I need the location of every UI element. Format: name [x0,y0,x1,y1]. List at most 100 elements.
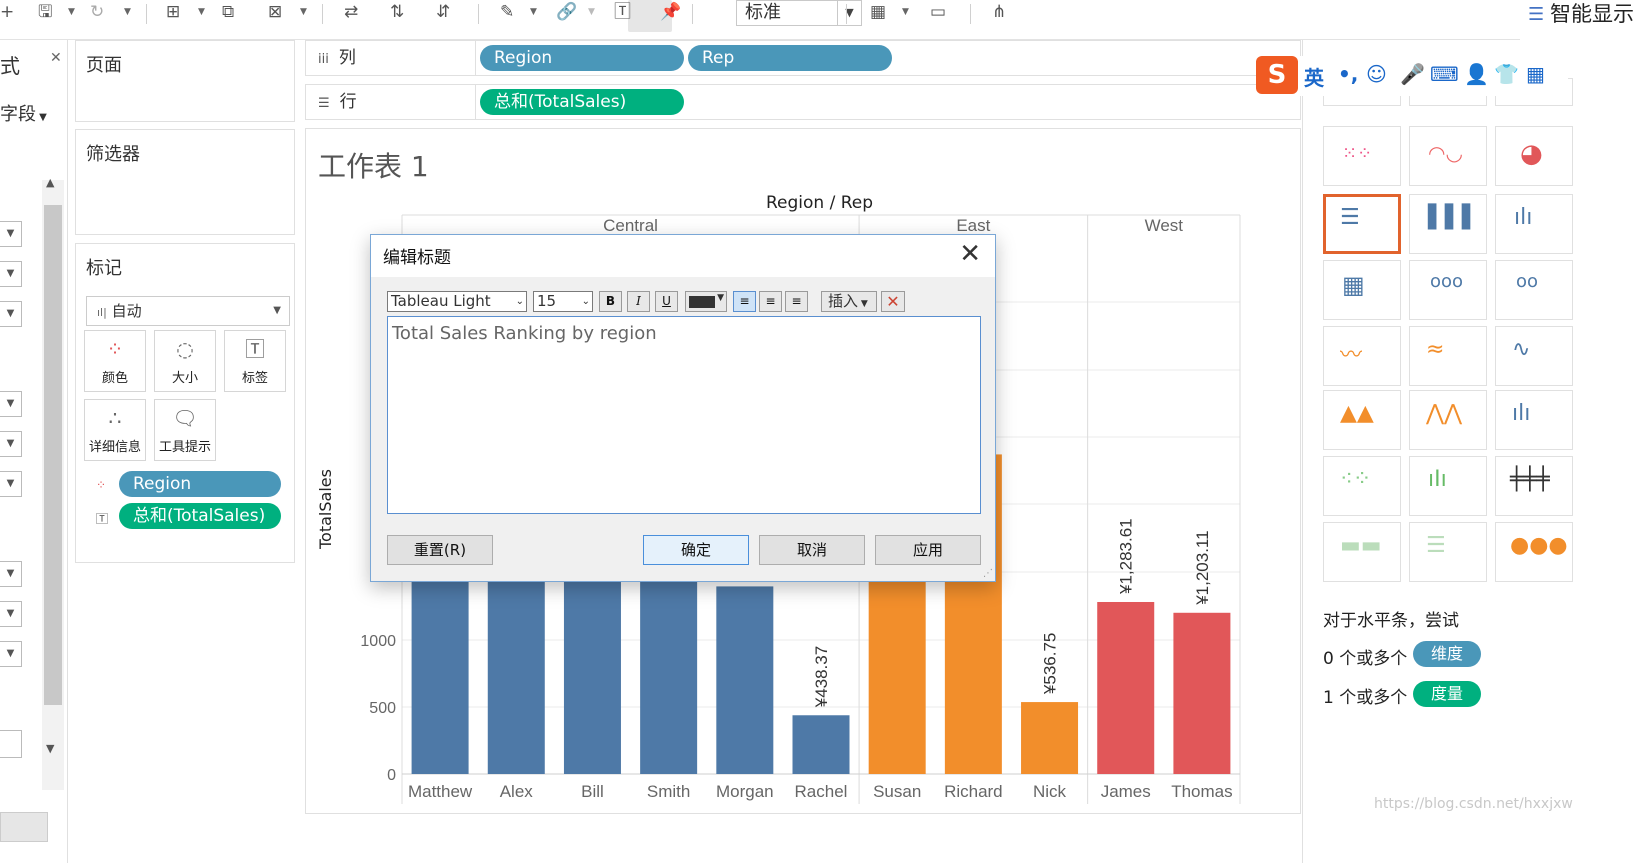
region-color-pill[interactable]: Region [119,471,281,497]
insert-button[interactable]: 插入 ▼ [821,291,877,312]
color-button[interactable]: ⁘ 颜色 [84,330,146,392]
field-dropdown[interactable]: ▼ [0,471,22,497]
field-dropdown[interactable]: ▼ [0,221,22,247]
fields-dropdown[interactable]: 字段 ▼ [0,100,47,126]
swap-icon[interactable]: ⇄ [344,0,358,24]
field-dropdown[interactable]: ▼ [0,601,22,627]
chevron-down-icon[interactable]: ▼ [198,0,205,24]
keyboard-icon[interactable]: ⌨ [1430,62,1459,86]
pin-icon[interactable]: 📌 [660,0,681,24]
chart-thumb-area-continuous[interactable]: ▲▲ [1323,390,1401,450]
chart-thumb-filled-map[interactable]: ◠◡ [1409,126,1487,186]
ime-logo-icon[interactable]: S [1256,56,1298,94]
field-box[interactable] [0,730,22,758]
resize-grip-icon[interactable]: ⋰ [983,568,993,579]
chart-thumb-box-whisker[interactable]: ╪╪╪ [1495,456,1573,516]
new-sheet-icon[interactable]: ⊞ [166,0,180,24]
chart-thumb-circle-views[interactable]: ooo [1409,260,1487,320]
label-icon[interactable]: 🅃 [614,0,631,24]
chart-thumb-side-circles[interactable]: oo [1495,260,1573,320]
font-color-button[interactable]: ▼ [685,291,727,312]
chevron-down-icon[interactable]: ▼ [124,0,131,24]
chevron-down-icon[interactable]: ▼ [588,0,595,24]
italic-button[interactable]: I [627,291,650,312]
chart-thumb-bullet[interactable]: ☰ [1409,522,1487,582]
show-me-header[interactable]: ☰ 智能显示 [1520,0,1642,36]
chart-thumb-dual-combination[interactable]: ılı [1495,390,1573,450]
align-left-button[interactable]: ≡ [733,291,756,312]
chart-thumb-pie[interactable]: ◕ [1495,126,1573,186]
chart-thumb-side-by-side-bars[interactable]: ılı [1495,194,1573,254]
sort-asc-icon[interactable]: ⇅ [390,0,404,24]
dialog-titlebar[interactable]: 编辑标题 ✕ [371,235,995,277]
clear-sheet-icon[interactable]: ⊠ [268,0,282,24]
chart-thumb-symbol-map[interactable]: ⁙⁘ [1323,126,1401,186]
pages-card[interactable]: 页面 [75,40,295,122]
apply-button[interactable]: 应用 [875,535,981,565]
save-icon[interactable]: 🖫 [38,0,52,24]
scrollbar-thumb[interactable] [44,205,62,705]
sort-desc-icon[interactable]: ⇵ [436,0,450,24]
ok-button[interactable]: 确定 [643,535,749,565]
filters-card[interactable]: 筛选器 [75,129,295,235]
group-icon[interactable]: 🔗 [556,0,577,24]
chart-thumb-gantt[interactable]: ▬▬ [1323,522,1401,582]
sales-label-pill[interactable]: 总和(TotalSales) [119,503,281,529]
close-icon[interactable]: ✕ [50,50,62,66]
label-button[interactable]: 🅃 标签 [224,330,286,392]
show-cards-icon[interactable]: ▦ [870,0,886,24]
duplicate-icon[interactable]: ⧉ [222,0,234,24]
chevron-down-icon[interactable]: ▼ [530,0,537,24]
rep-pill[interactable]: Rep [688,45,892,71]
align-center-button[interactable]: ≡ [759,291,782,312]
chevron-down-icon[interactable]: ▼ [902,0,909,24]
chart-thumb-lines-discrete[interactable]: ≈ [1409,326,1487,386]
chart-thumb-scatter[interactable]: ⁖⁘ [1323,456,1401,516]
size-select[interactable]: 15 ⌄ [533,291,593,312]
chevron-down-icon[interactable]: ▼ [68,0,75,24]
field-dropdown[interactable]: ▼ [0,641,22,667]
field-dropdown[interactable]: ▼ [0,561,22,587]
punctuation-icon[interactable]: •, [1338,62,1358,86]
chevron-down-icon[interactable]: ▼ [837,1,861,25]
region-pill[interactable]: Region [480,45,684,71]
chart-thumb-treemap[interactable]: ▦ [1323,260,1401,320]
field-dropdown[interactable]: ▼ [0,261,22,287]
chart-thumb-dual-lines[interactable]: ∿ [1495,326,1573,386]
chart-thumb-lines-continuous[interactable]: 〰 [1323,326,1401,386]
field-dropdown[interactable]: ▼ [0,301,22,327]
align-right-button[interactable]: ≡ [785,291,808,312]
redo-icon[interactable]: ↻ [90,0,104,24]
title-text-area[interactable]: Total Sales Ranking by region [387,316,981,514]
highlight-icon[interactable]: ✎ [500,0,514,24]
chevron-up-icon[interactable]: ▲ [46,176,54,189]
chart-thumb-area-discrete[interactable]: ⋀⋀ [1409,390,1487,450]
chart-thumb-stacked-bars[interactable]: ▌▌▌ [1409,194,1487,254]
columns-shelf[interactable]: iii 列 Region Rep [305,40,1301,76]
font-select[interactable]: Tableau Light ⌄ [387,291,527,312]
chevron-down-icon[interactable]: ▼ [46,742,54,755]
fit-select[interactable]: 标准 ▼ [736,0,862,26]
field-dropdown[interactable]: ▼ [0,391,22,417]
grid-icon[interactable]: ▦ [1526,62,1545,86]
skin-icon[interactable]: 👕 [1494,62,1519,86]
mark-type-select[interactable]: ıl| 自动 ▼ [86,296,290,326]
emoji-icon[interactable]: ☺ [1366,62,1387,86]
rows-shelf[interactable]: ☰ 行 总和(TotalSales) [305,84,1301,120]
presentation-icon[interactable]: ▭ [930,0,946,24]
field-dropdown[interactable]: ▼ [0,431,22,457]
chart-thumb-packed-bubbles[interactable]: ●●● [1495,522,1573,582]
reset-button[interactable]: 重置(R) [387,535,493,565]
detail-button[interactable]: ∴ 详细信息 [84,399,146,461]
chevron-down-icon[interactable]: ▼ [300,0,307,24]
size-button[interactable]: ◌ 大小 [154,330,216,392]
pane-button[interactable] [0,812,48,842]
share-icon[interactable]: ⋔ [992,0,1006,24]
bold-button[interactable]: B [599,291,622,312]
underline-button[interactable]: U [655,291,678,312]
chart-thumb-histogram[interactable]: ıIı [1409,456,1487,516]
add-icon[interactable]: + [0,0,14,24]
user-icon[interactable]: 👤 [1464,62,1489,86]
chart-thumb-horizontal-bars[interactable]: ☰ [1323,194,1401,254]
clear-button[interactable]: ✕ [881,291,905,312]
